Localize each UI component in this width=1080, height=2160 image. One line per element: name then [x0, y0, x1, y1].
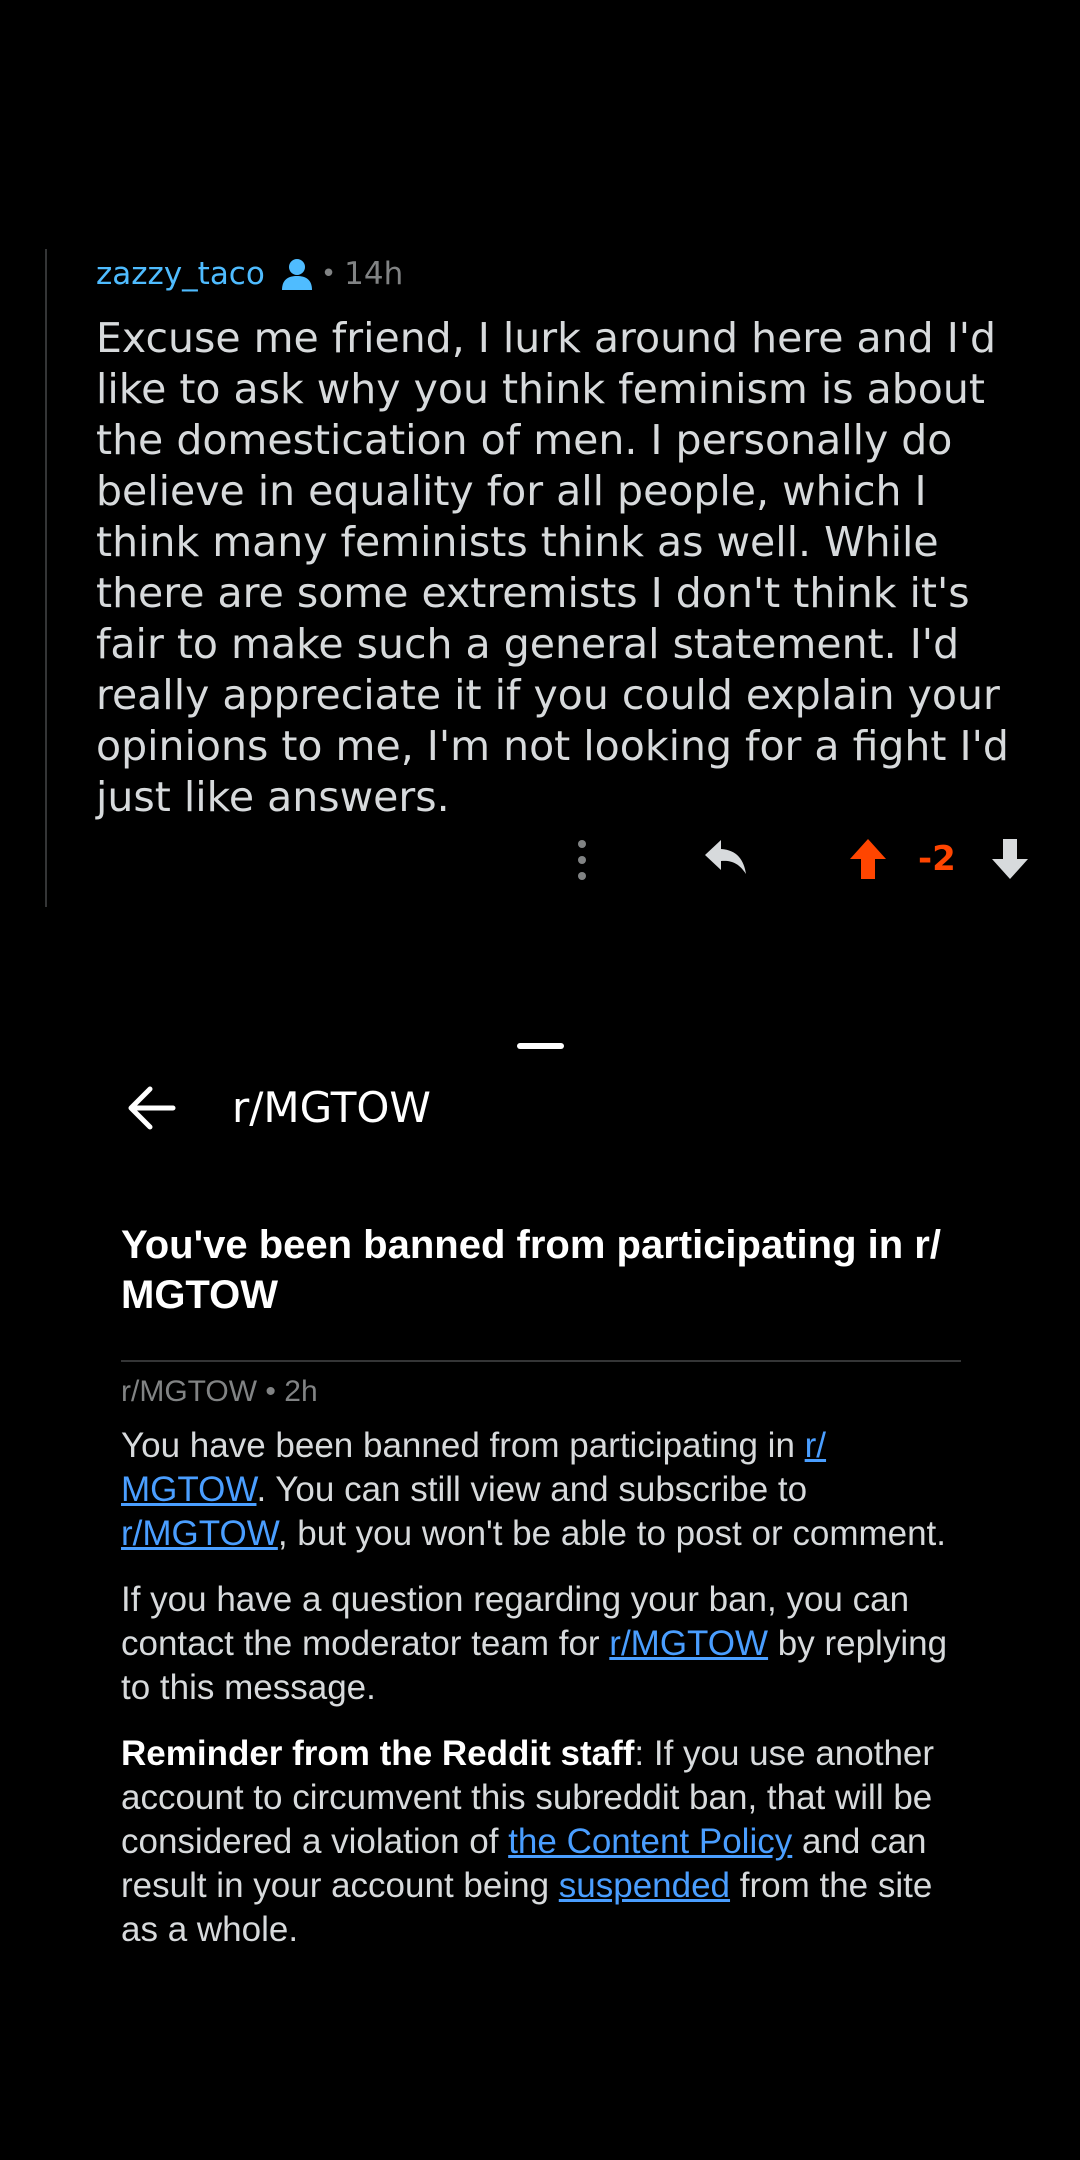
comment-time: 14h	[344, 256, 404, 292]
more-options-icon[interactable]	[572, 836, 592, 884]
message-paragraph-3: Reminder from the Reddit staff: If you u…	[121, 1732, 961, 1952]
message-subject: You've been banned from participating in…	[121, 1223, 941, 1317]
comment-meta: zazzy_taco • 14h	[96, 250, 403, 298]
sheet-handle[interactable]	[517, 1043, 564, 1049]
suspended-link[interactable]: suspended	[559, 1866, 730, 1905]
staff-reminder-label: Reminder from the Reddit staff	[121, 1734, 635, 1773]
downvote-arrow-icon[interactable]	[990, 838, 1030, 880]
message-meta: r/MGTOW • 2h	[121, 1375, 318, 1408]
text: , but you won't be able to post or comme…	[277, 1514, 947, 1553]
text: . You can still view and subscribe to	[256, 1470, 808, 1509]
back-arrow-icon[interactable]	[127, 1085, 177, 1131]
comment-body: Excuse me friend, I lurk around here and…	[96, 314, 1009, 821]
upvote-arrow-icon[interactable]	[848, 838, 888, 880]
message-paragraph-1: You have been banned from participating …	[121, 1424, 961, 1556]
header-title: r/MGTOW	[232, 1083, 431, 1132]
reply-icon[interactable]	[703, 838, 749, 878]
text: You have been banned from participating …	[121, 1426, 805, 1465]
person-icon	[279, 256, 315, 292]
meta-separator: •	[320, 259, 337, 289]
subreddit-link[interactable]: r/MGTOW	[609, 1624, 768, 1663]
message-paragraph-2: If you have a question regarding your ba…	[121, 1578, 961, 1710]
divider	[121, 1360, 961, 1362]
message-body: You have been banned from participating …	[121, 1424, 961, 1974]
subreddit-link[interactable]: r/MGTOW	[121, 1514, 278, 1553]
comment-username[interactable]: zazzy_taco	[96, 256, 265, 292]
content-policy-link[interactable]: the Content Policy	[508, 1822, 792, 1861]
thread-line	[45, 249, 47, 907]
vote-score: -2	[918, 839, 956, 879]
